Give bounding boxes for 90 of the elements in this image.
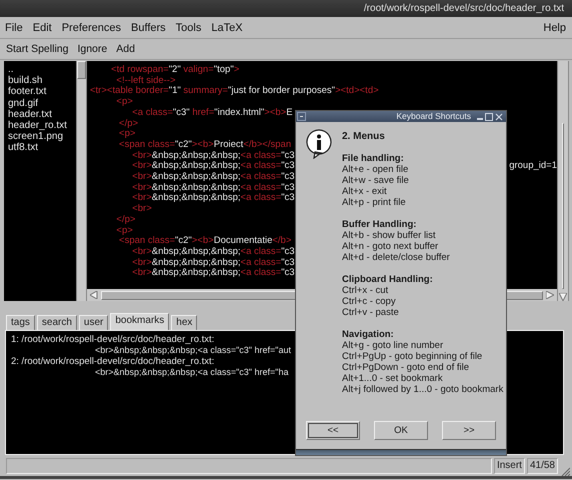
code-tag: <br> (90, 258, 152, 268)
code-tag: </b></span (243, 140, 292, 151)
code-text: "top" (214, 65, 234, 76)
code-tag: ><b> (264, 108, 286, 119)
code-text: Documentatie (214, 236, 272, 247)
code-text: &nbsp;&nbsp;&nbsp; (152, 258, 241, 268)
code-tag: <span class= (90, 140, 176, 151)
code-text: &nbsp;&nbsp;&nbsp; (152, 172, 241, 183)
shortcut-text: Ctrl+PgUp - goto beginning of file (342, 351, 484, 362)
code-text: "c2" (175, 236, 192, 247)
section-title: Clipboard Handling: (342, 274, 434, 285)
code-tag: <a class= (240, 258, 282, 268)
code-text: "c3" (172, 108, 190, 119)
code-tag: <br> (90, 246, 152, 258)
code-text: E (286, 108, 293, 119)
code-text: &nbsp;&nbsp;&nbsp; (152, 161, 241, 172)
code-tag: <a class= (240, 268, 282, 280)
code-text: "c3 (281, 258, 295, 268)
code-tag: <a class= (90, 108, 173, 119)
code-tag: <td rowspan= (90, 65, 169, 76)
cursor-position: 41/58 (526, 458, 558, 474)
code-text: "c3 (281, 268, 295, 280)
code-text: &nbsp;&nbsp;&nbsp; (152, 193, 241, 204)
code-tag: <a class= (240, 172, 282, 183)
code-text: "c3 (281, 182, 295, 193)
code-text: "1" (168, 86, 181, 98)
shortcut-text: Alt+d - delete/close buffer (342, 252, 451, 263)
shortcut-text: Alt+e - open file (342, 164, 410, 175)
code-tag: ><b> (192, 140, 214, 151)
section-title: File handling: (342, 153, 405, 164)
window-title: /root/work/rospell-devel/src/doc/header_ro.txt (364, 3, 564, 14)
shortcut-text: Ctrl+v - paste (342, 307, 400, 318)
code-tag: <a class= (240, 150, 282, 162)
shortcut-text: Alt+g - goto line number (342, 340, 444, 351)
code-text: "c2" (175, 140, 192, 151)
code-tag: <br> (90, 161, 152, 172)
code-text: Proiect (214, 140, 244, 151)
code-tag: <a class= (240, 193, 282, 204)
code-text: "2" (168, 65, 181, 76)
edit-mode: Insert (494, 458, 525, 474)
code-text: "c3 (281, 172, 295, 183)
dialog-heading: 2. Menus (342, 131, 386, 142)
code-tag: <br> (90, 204, 152, 215)
code-tag: <br> (90, 172, 152, 183)
code-text: group_id=1 (509, 161, 557, 172)
code-tag: <br> (90, 268, 152, 280)
code-text: "c3 (281, 150, 295, 161)
code-tag: <br> (90, 150, 152, 162)
shortcut-text: Alt+n - goto next buffer (342, 241, 440, 252)
code-tag: href= (190, 108, 214, 119)
shortcut-text: Alt+b - show buffer list (342, 230, 437, 241)
shortcut-text: Alt+w - save file (342, 175, 410, 186)
code-tag: <a class= (240, 182, 282, 194)
code-tag: > (234, 65, 240, 76)
code-tag: <a class= (240, 161, 282, 172)
code-tag: </p> (90, 214, 136, 226)
code-tag: <p> (90, 129, 136, 140)
code-tag: <p> (90, 226, 133, 236)
shortcut-text: Alt+1...0 - set bookmark (342, 373, 444, 384)
code-tag: <br> (90, 193, 152, 204)
code-text: &nbsp;&nbsp;&nbsp; (152, 268, 241, 280)
code-tag: summary= (180, 86, 228, 98)
code-text: "c3 (281, 193, 295, 204)
code-tag: <p> (90, 97, 133, 108)
code-tag: <a class= (240, 246, 282, 258)
shortcut-text: Alt+p - print file (342, 197, 407, 208)
code-text: &nbsp;&nbsp;&nbsp; (152, 246, 241, 258)
code-text: &nbsp;&nbsp;&nbsp; (152, 182, 241, 193)
code-tag: </p> (90, 118, 138, 130)
section-title: Navigation: (342, 329, 395, 340)
code-text: "just for border purposes" (228, 86, 336, 98)
section-title: Buffer Handling: (342, 219, 418, 230)
code-tag: valign= (180, 65, 214, 76)
dialog-title: Keyboard Shortcuts (395, 111, 471, 122)
shortcut-text: Alt+j followed by 1...0 - goto bookmark (342, 384, 504, 395)
code-text: "index.html" (214, 108, 264, 119)
shortcut-text: Ctrl+c - copy (342, 296, 397, 307)
code-tag: <tr><table border= (90, 86, 169, 98)
code-tag: <!--left side--> (90, 76, 176, 86)
code-tag: ><td><td> (335, 86, 379, 98)
code-tag: <span class= (90, 236, 176, 247)
shortcut-text: Ctrl+x - cut (342, 285, 390, 296)
shortcut-text: Ctrl+PgDown - goto end of file (342, 362, 470, 373)
code-tag: </b> (272, 236, 292, 247)
code-tag: <br> (90, 182, 152, 194)
code-text: "c3 (281, 246, 295, 258)
shortcut-text: Alt+x - exit (342, 186, 388, 197)
code-text: "c3 (281, 161, 295, 172)
code-text: &nbsp;&nbsp;&nbsp; (152, 150, 241, 161)
code-tag: ><b> (192, 236, 214, 247)
